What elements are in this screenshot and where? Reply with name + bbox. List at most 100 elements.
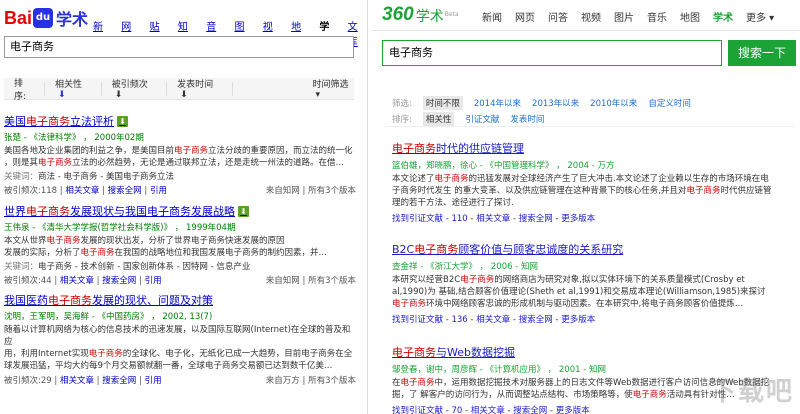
logo-xueshu: 学术 [56, 10, 89, 29]
result-title[interactable]: 美国电子商务立法评析 ⬇ [4, 113, 356, 129]
result-author: 张楚 - 《法律科学》 ， 2000年02期 [4, 133, 144, 143]
source-label: 来自知网 [265, 276, 300, 286]
nav-music[interactable]: 音乐 [647, 9, 667, 24]
download-icon[interactable]: ⬇ [117, 115, 128, 127]
related-link[interactable]: 相关文章 [60, 376, 94, 386]
sort-cited[interactable]: 被引频次⬇ [112, 77, 156, 100]
baidu-xueshu-logo[interactable]: Bai du 学术 [4, 5, 88, 31]
sort-cited[interactable]: 引证文献 [465, 113, 499, 125]
sort-row: 排序: 相关性 引证文献 发表时间 [392, 112, 544, 126]
result-title[interactable]: 电子商务与Web数据挖掘 [392, 344, 772, 360]
result-keywords: 关键词：商法 - 电子商务 - 美国电子商务立法 [4, 172, 174, 182]
cited-link[interactable]: 找到引证文献 - 110 [392, 214, 468, 224]
related-link[interactable]: 相关文章 [476, 214, 510, 224]
cited-link[interactable]: 找到引证文献 - 136 [392, 315, 468, 325]
filter-2014[interactable]: 2014年以来 [474, 97, 521, 109]
time-filter-row: 筛选: 时间不限 2014年以来 2013年以来 2010年以来 自定义时间 [392, 96, 691, 110]
result-author: 篮伯雄，郑晓鹏，徐心 - 《中国管理科学》 ， 2004 - 万方 [392, 161, 615, 171]
nav-video[interactable]: 视频 [581, 9, 601, 24]
search-web-link[interactable]: 搜索全网 [102, 276, 136, 286]
result-title[interactable]: 世界电子商务发展现状与我国电子商务发展战略 ⬇ [4, 203, 356, 219]
result-footer: 被引频次:118 | 相关文章 | 搜索全网 | 引用 来自知网 | 所有3个版… [4, 186, 356, 196]
result-footer: 找到引证文献 - 110 - 相关文章 - 搜索全网 - 更多版本 [392, 214, 596, 224]
logo-bai: Bai [4, 7, 33, 28]
cited-count[interactable]: 被引频次:118 [4, 186, 57, 196]
so-xueshu-logo[interactable]: 360 学术 Beta [382, 4, 459, 26]
time-filter[interactable]: 时间筛选▾ [312, 77, 354, 100]
search-input[interactable]: 电子商务 [382, 40, 722, 66]
sort-pubtime[interactable]: 发表时间 [510, 113, 544, 125]
so-nav: 新闻 网页 问答 视频 图片 音乐 地图 学术 更多 ▾ [482, 9, 774, 24]
sort-pubtime[interactable]: 发表时间⬇ [177, 77, 221, 100]
cite-link[interactable]: 引用 [150, 186, 167, 196]
logo-xueshu: 学术 [415, 9, 444, 25]
result-snippet: 本文论述了电子商务的迅猛发展对全球经济产生了巨大冲击.本文论述了企业赖以生存的市… [392, 174, 772, 208]
filter-any-time[interactable]: 时间不限 [422, 96, 463, 110]
result-item: 电子商务时代的供应链管理 篮伯雄，郑晓鹏，徐心 - 《中国管理科学》 ， 200… [392, 140, 772, 224]
divider [372, 30, 800, 31]
more-versions-link[interactable]: 更多版本 [561, 315, 595, 325]
so-panel: 360 学术 Beta 新闻 网页 问答 视频 图片 音乐 地图 学术 更多 ▾… [372, 0, 800, 414]
result-item: 世界电子商务发展现状与我国电子商务发展战略 ⬇ 王伟泉 - 《清华大学学报(哲学… [4, 203, 356, 286]
divider [231, 81, 233, 96]
filter-label: 筛选: [392, 99, 412, 109]
result-footer: 被引频次:29 | 相关文章 | 搜索全网 | 引用 来自万方 | 所有3个版本 [4, 376, 356, 386]
search-web-link[interactable]: 搜索全网 [519, 214, 553, 224]
search-web-link[interactable]: 搜索全网 [519, 315, 553, 325]
sort-label: 排序: [14, 78, 27, 102]
result-title[interactable]: 我国医药电子商务发展的现状、问题及对策 [4, 292, 356, 308]
result-item: B2C电子商务顾客价值与顾客忠诚度的关系研究 查金祥 - 《浙江大学》 ， 20… [392, 241, 772, 325]
result-footer: 被引频次:44 | 相关文章 | 搜索全网 | 引用 来自知网 | 所有3个版本 [4, 276, 356, 286]
more-versions-link[interactable]: 更多版本 [561, 214, 595, 224]
cite-link[interactable]: 引用 [145, 276, 162, 286]
nav-more[interactable]: 更多 ▾ [746, 9, 774, 24]
cited-count[interactable]: 被引频次:44 [4, 276, 52, 286]
nav-map[interactable]: 地图 [680, 9, 700, 24]
related-link[interactable]: 相关文章 [60, 276, 94, 286]
more-versions-link[interactable]: 更多版本 [556, 406, 590, 414]
versions-link[interactable]: 所有3个版本 [308, 376, 356, 386]
cited-count[interactable]: 被引频次:29 [4, 376, 52, 386]
filter-2013[interactable]: 2013年以来 [532, 97, 579, 109]
search-web-link[interactable]: 搜索全网 [513, 406, 547, 414]
download-icon[interactable]: ⬇ [238, 205, 249, 217]
search-input[interactable]: 电子商务 [4, 36, 354, 58]
cited-link[interactable]: 找到引证文献 - 70 [392, 406, 462, 414]
paw-icon: du [33, 8, 54, 28]
nav-images[interactable]: 图片 [614, 9, 634, 24]
baidu-panel: Bai du 学术 新闻 网页 贴吧 知道 音乐 图片 视频 地图 学术 文库 … [0, 0, 368, 414]
search-button[interactable]: 搜索一下 [728, 40, 796, 66]
nav-xueshu[interactable]: 学术 [713, 9, 733, 24]
search-web-link[interactable]: 搜索全网 [102, 376, 136, 386]
result-snippet: 美国各地及企业集团的利益之争，是美国目前电子商务立法分歧的重要原因，而立法的统一… [4, 146, 353, 168]
nav-qa[interactable]: 问答 [548, 9, 568, 24]
sort-relevance[interactable]: 相关性⬇ [55, 77, 91, 100]
divider [166, 81, 168, 96]
nav-news[interactable]: 新闻 [482, 9, 502, 24]
sort-relevance[interactable]: 相关性 [422, 112, 455, 126]
result-title[interactable]: 电子商务时代的供应链管理 [392, 140, 772, 156]
result-footer: 找到引证文献 - 136 - 相关文章 - 搜索全网 - 更多版本 [392, 315, 596, 325]
result-snippet: 本文从世界电子商务发展的现状出发，分析了世界电子商务快速发展的原因 发展的实际，… [4, 236, 328, 258]
filter-custom[interactable]: 自定义时间 [648, 97, 691, 109]
result-item: 美国电子商务立法评析 ⬇ 张楚 - 《法律科学》 ， 2000年02期 美国各地… [4, 113, 356, 196]
nav-web[interactable]: 网页 [515, 9, 535, 24]
result-title[interactable]: B2C电子商务顾客价值与顾客忠诚度的关系研究 [392, 241, 772, 257]
source-label: 来自知网 [265, 186, 300, 196]
versions-link[interactable]: 所有3个版本 [308, 186, 356, 196]
divider [44, 81, 46, 96]
result-snippet: 随着以计算机网络为核心的信息技术的迅速发展，以及国际互联网(Internet)在… [4, 325, 353, 371]
related-link[interactable]: 相关文章 [471, 406, 505, 414]
divider [386, 126, 794, 127]
result-author: 沈明，王军明，吴海鲜 - 《中国药房》 ， 2002, 13(7) [4, 312, 213, 322]
related-link[interactable]: 相关文章 [476, 315, 510, 325]
filter-2010[interactable]: 2010年以来 [590, 97, 637, 109]
result-author: 王伟泉 - 《清华大学学报(哲学社会科学版)》 ， 1999年04期 [4, 223, 236, 233]
search-web-link[interactable]: 搜索全网 [108, 186, 142, 196]
versions-link[interactable]: 所有3个版本 [308, 276, 356, 286]
divider [100, 81, 102, 96]
related-link[interactable]: 相关文章 [65, 186, 99, 196]
result-item: 我国医药电子商务发展的现状、问题及对策 沈明，王军明，吴海鲜 - 《中国药房》 … [4, 292, 356, 386]
beta-badge: Beta [444, 11, 459, 18]
cite-link[interactable]: 引用 [145, 376, 162, 386]
